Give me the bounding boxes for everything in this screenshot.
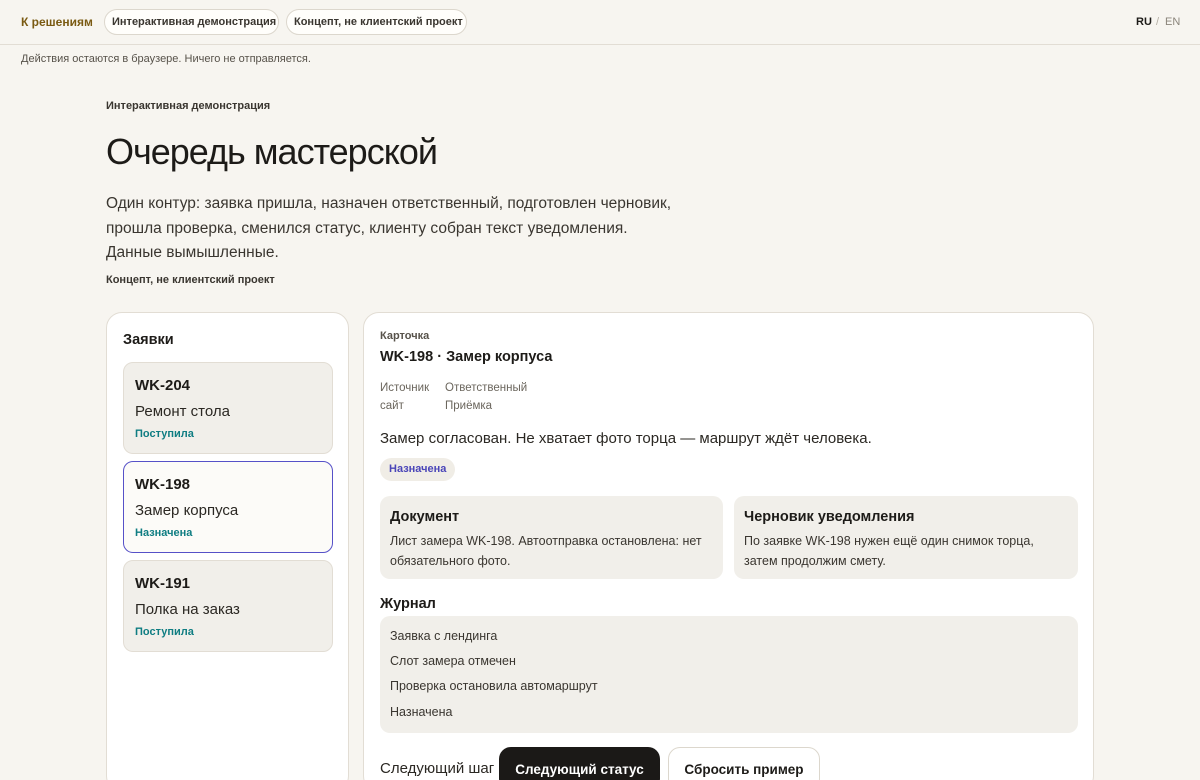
request-card-panel: Карточка WK-198 · Замер корпуса Источник… xyxy=(363,312,1094,780)
lang-ru-link[interactable]: RU xyxy=(1136,16,1152,28)
journal-item: Назначена xyxy=(390,705,453,719)
status-badge: Назначена xyxy=(380,458,456,481)
request-status: Поступила xyxy=(135,428,194,440)
hero-lead-line: Один контур: заявка пришла, назначен отв… xyxy=(106,195,672,212)
request-status: Назначена xyxy=(135,527,193,539)
concept-note: Концепт, не клиентский проект xyxy=(106,274,275,286)
hero-lead: Один контур: заявка пришла, назначен отв… xyxy=(106,192,672,266)
requests-panel: Заявки WK-204 Ремонт стола Поступила WK-… xyxy=(106,312,349,780)
document-title: Документ xyxy=(390,509,460,525)
journal-item: Слот замера отмечен xyxy=(390,654,516,668)
next-step-label: Следующий шаг xyxy=(380,760,495,777)
hero-eyebrow: Интерактивная демонстрация xyxy=(106,100,271,112)
tag-concept: Концепт, не клиентский проект xyxy=(286,9,467,35)
requests-title: Заявки xyxy=(123,332,174,348)
local-actions-notice: Действия остаются в браузере. Ничего не … xyxy=(21,53,311,65)
draft-title: Черновик уведомления xyxy=(744,509,915,525)
request-name: Замер корпуса xyxy=(135,502,239,519)
journal-list: Заявка с лендинга Слот замера отмечен Пр… xyxy=(380,616,1078,733)
back-to-solutions-link[interactable]: К решениям xyxy=(21,15,93,29)
document-text: Лист замера WK-198. Автоотправка останов… xyxy=(390,534,702,568)
request-item-wk-198[interactable]: WK-198 Замер корпуса Назначена xyxy=(123,461,333,553)
hero-lead-line: Данные вымышленные. xyxy=(106,244,279,261)
journal-item: Проверка остановила автомаршрут xyxy=(390,679,598,693)
next-status-button[interactable]: Следующий статус xyxy=(499,747,660,780)
request-id: WK-204 xyxy=(135,377,191,394)
card-title: WK-198 · Замер корпуса xyxy=(380,349,553,365)
notification-draft-box: Черновик уведомления По заявке WK-198 ну… xyxy=(734,496,1078,579)
owner-value: Приёмка xyxy=(445,400,493,412)
request-status: Поступила xyxy=(135,626,194,638)
request-name: Полка на заказ xyxy=(135,601,240,618)
tag-interactive-demo: Интерактивная демонстрация xyxy=(104,9,279,35)
reset-example-button[interactable]: Сбросить пример xyxy=(668,747,820,780)
request-item-wk-204[interactable]: WK-204 Ремонт стола Поступила xyxy=(123,362,333,454)
top-bar: К решениям Интерактивная демонстрация Ко… xyxy=(0,0,1200,45)
lang-separator: / xyxy=(1156,16,1160,28)
request-id: WK-198 xyxy=(135,476,191,493)
card-summary: Замер согласован. Не хватает фото торца … xyxy=(380,430,872,447)
request-item-wk-191[interactable]: WK-191 Полка на заказ Поступила xyxy=(123,560,333,652)
source-value: сайт xyxy=(380,400,404,412)
owner-label: Ответственный xyxy=(445,382,528,394)
hero-lead-line: прошла проверка, сменился статус, клиент… xyxy=(106,219,628,237)
journal-item: Заявка с лендинга xyxy=(390,629,498,643)
journal-title: Журнал xyxy=(380,596,436,612)
lang-en-link[interactable]: EN xyxy=(1165,16,1180,28)
request-id: WK-191 xyxy=(135,575,191,592)
request-name: Ремонт стола xyxy=(135,403,230,420)
page-title: Очередь мастерской xyxy=(106,131,438,172)
document-box: Документ Лист замера WK-198. Автоотправк… xyxy=(380,496,723,579)
source-label: Источник xyxy=(380,382,430,394)
card-eyebrow: Карточка xyxy=(380,330,430,342)
draft-text: По заявке WK-198 нужен ещё один снимок т… xyxy=(744,534,1034,568)
